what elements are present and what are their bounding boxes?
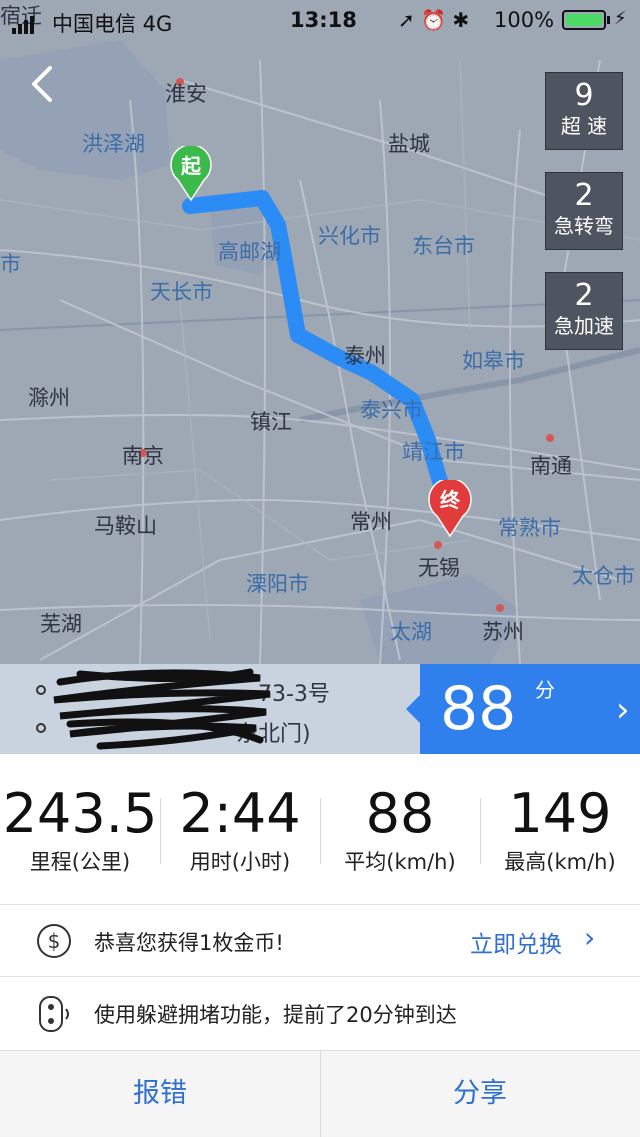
stat-average-speed: 88 平均(km/h) (320, 754, 480, 904)
city-label: 南京 (122, 444, 164, 468)
status-bar: 中国电信 4G 13:18 ➚ ⏰ ✱ 100% ⚡ (0, 0, 640, 40)
map-roads (0, 40, 640, 664)
map-view[interactable]: 宿迁 淮安 洪泽湖 盐城 兴化市 东台市 市 高邮湖 天长市 泰州 如皋市 滁州… (0, 0, 640, 664)
city-label: 南通 (530, 454, 572, 478)
stat-label: 最高(km/h) (504, 850, 616, 874)
city-label: 无锡 (418, 556, 460, 580)
lake-label: 高邮湖 (218, 240, 281, 264)
city-label: 常熟市 (498, 516, 561, 540)
city-label: 常州 (350, 510, 392, 534)
city-label: 滁州 (28, 386, 70, 410)
chevron-left-icon (32, 66, 52, 102)
city-label: 太仓市 (572, 564, 635, 588)
stat-max-speed: 149 最高(km/h) (480, 754, 640, 904)
score-unit: 分 (535, 678, 555, 702)
lake-label: 洪泽湖 (82, 132, 145, 156)
carrier-label: 中国电信 4G (52, 12, 173, 36)
city-label: 溧阳市 (246, 572, 309, 596)
city-label: 市 (0, 252, 21, 276)
signal-icon (12, 10, 36, 34)
location-arrow-icon: ➚ (398, 8, 415, 32)
event-count: 2 (574, 278, 594, 313)
stat-label: 平均(km/h) (344, 850, 456, 874)
lake-label: 太湖 (390, 620, 432, 644)
city-label: 芜湖 (40, 612, 82, 636)
city-label: 马鞍山 (94, 514, 157, 538)
city-label: 靖江市 (402, 440, 465, 464)
coin-reward-row[interactable]: $ 恭喜您获得1枚金币! 立即兑换 › (0, 904, 640, 976)
battery-percent: 100% (494, 8, 555, 32)
sharp-turn-count-box[interactable]: 2 急转弯 (545, 172, 623, 250)
city-label: 盐城 (388, 132, 430, 156)
status-icons: ➚ ⏰ ✱ (398, 8, 469, 32)
stat-distance: 243.5 里程(公里) (0, 754, 160, 904)
city-label: 天长市 (150, 280, 213, 304)
battery-tip (607, 16, 610, 24)
hard-acceleration-count-box[interactable]: 2 急加速 (545, 272, 623, 350)
trip-stats: 243.5 里程(公里) 2:44 用时(小时) 88 平均(km/h) 149… (0, 754, 640, 904)
stat-value: 88 (365, 782, 435, 845)
stat-duration: 2:44 用时(小时) (160, 754, 320, 904)
chevron-right-icon: › (616, 690, 630, 730)
traffic-avoid-text: 使用躲避拥堵功能，提前了20分钟到达 (94, 1003, 457, 1027)
driving-score: 88 (440, 674, 517, 744)
traffic-avoid-row: 使用躲避拥堵功能，提前了20分钟到达 (0, 976, 640, 1050)
city-label: 淮安 (165, 82, 207, 106)
share-button[interactable]: 分享 (320, 1051, 640, 1137)
chevron-right-icon: › (584, 921, 596, 954)
stat-label: 用时(小时) (189, 850, 291, 874)
bluetooth-icon: ✱ (452, 8, 470, 32)
overspeed-count-box[interactable]: 9 超 速 (545, 72, 623, 150)
stat-label: 里程(公里) (29, 850, 131, 874)
report-error-button[interactable]: 报错 (0, 1051, 320, 1137)
bottom-action-bar: 报错 分享 (0, 1050, 640, 1137)
city-label: 兴化市 (318, 224, 381, 248)
event-label: 急加速 (554, 314, 614, 338)
back-button[interactable] (24, 62, 64, 106)
coin-icon: $ (37, 924, 71, 958)
start-pin-label: 起 (181, 154, 201, 178)
event-label: 急转弯 (554, 214, 614, 238)
start-pin[interactable]: 起 (170, 146, 212, 202)
coin-reward-text: 恭喜您获得1枚金币! (94, 931, 284, 955)
event-count: 2 (574, 178, 594, 213)
battery-icon (562, 10, 606, 30)
clock: 13:18 (290, 8, 357, 32)
event-count: 9 (574, 78, 594, 113)
redaction-scribble (53, 668, 271, 750)
stat-value: 2:44 (179, 782, 301, 845)
city-label: 镇江 (250, 410, 292, 434)
city-label: 如皋市 (462, 349, 525, 373)
stat-value: 149 (508, 782, 612, 845)
svg-text:$: $ (48, 929, 61, 953)
city-label: 东台市 (412, 234, 475, 258)
traffic-light-icon (39, 996, 69, 1032)
redeem-now-link[interactable]: 立即兑换 (470, 925, 562, 959)
driving-score-panel[interactable]: 88 分 › (406, 664, 640, 754)
event-label: 超 速 (560, 114, 608, 138)
city-label: 泰兴市 (360, 398, 423, 422)
city-label: 苏州 (482, 620, 524, 644)
end-pin[interactable]: 终 (428, 480, 472, 538)
city-label: 泰州 (344, 344, 386, 368)
end-pin-label: 终 (440, 488, 460, 512)
alarm-icon: ⏰ (421, 8, 447, 32)
charging-icon: ⚡ (614, 8, 627, 29)
stat-value: 243.5 (2, 782, 158, 845)
